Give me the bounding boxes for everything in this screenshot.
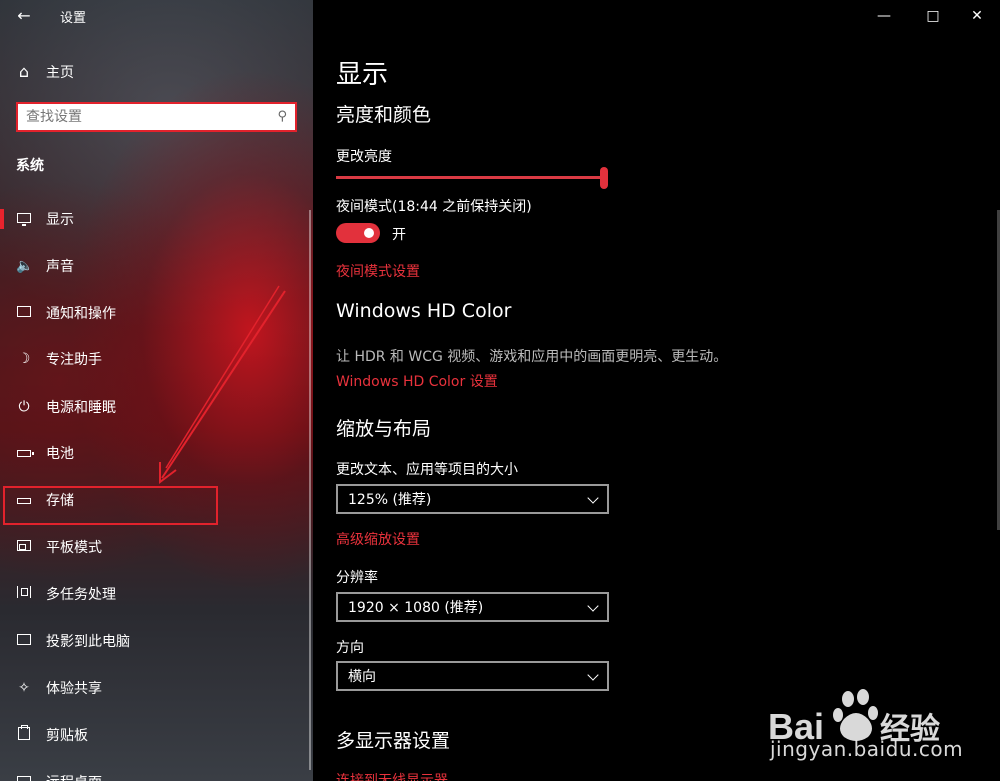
slider-track [336, 176, 604, 179]
chevron-down-icon [587, 600, 599, 612]
multi-display-heading: 多显示器设置 [336, 730, 451, 752]
brightness-heading: 亮度和颜色 [336, 104, 432, 126]
chevron-down-icon [587, 669, 599, 681]
close-icon[interactable]: ✕ [962, 4, 992, 28]
dropdown-value: 1920 × 1080 (推荐) [348, 600, 484, 616]
night-mode-settings-link[interactable]: 夜间模式设置 [336, 261, 420, 281]
slider-thumb[interactable] [600, 167, 608, 189]
minimize-icon[interactable]: — [869, 4, 899, 28]
night-mode-label: 夜间模式(18:44 之前保持关闭) [336, 199, 532, 215]
dropdown-value: 横向 [348, 669, 376, 685]
maximize-icon[interactable]: □ [918, 4, 948, 28]
brightness-slider[interactable] [336, 167, 608, 189]
hd-color-heading: Windows HD Color [336, 300, 512, 322]
resolution-label: 分辨率 [336, 570, 378, 586]
annotation-arrow [159, 285, 286, 484]
scale-size-dropdown[interactable]: 125% (推荐) [336, 484, 609, 514]
night-mode-state: 开 [392, 227, 406, 243]
resolution-dropdown[interactable]: 1920 × 1080 (推荐) [336, 592, 609, 622]
main-panel: — □ ✕ 显示 亮度和颜色 更改亮度 夜间模式(18:44 之前保持关闭) 开… [313, 0, 1000, 781]
chevron-down-icon [587, 492, 599, 504]
page-title: 显示 [336, 60, 389, 90]
brightness-slider-label: 更改亮度 [336, 149, 392, 165]
hd-color-description: 让 HDR 和 WCG 视频、游戏和应用中的画面更明亮、更生动。 [336, 349, 728, 365]
sidebar: ← 设置 ⌂ 主页 ⚲ 系统 显示 🔈 声音 通知和操作 ☽ 专注助手 ⏻ 电源… [0, 0, 313, 781]
orientation-label: 方向 [336, 640, 364, 656]
hd-color-settings-link[interactable]: Windows HD Color 设置 [336, 371, 498, 391]
orientation-dropdown[interactable]: 横向 [336, 661, 609, 691]
wireless-display-link[interactable]: 连接到无线显示器 [336, 770, 448, 781]
advanced-scaling-link[interactable]: 高级缩放设置 [336, 529, 420, 549]
dropdown-value: 125% (推荐) [348, 492, 432, 508]
scale-heading: 缩放与布局 [336, 418, 432, 440]
scale-size-label: 更改文本、应用等项目的大小 [336, 462, 518, 478]
toggle-knob [364, 228, 374, 238]
watermark-url: jingyan.baidu.com [770, 737, 964, 761]
night-mode-toggle[interactable] [336, 223, 380, 243]
